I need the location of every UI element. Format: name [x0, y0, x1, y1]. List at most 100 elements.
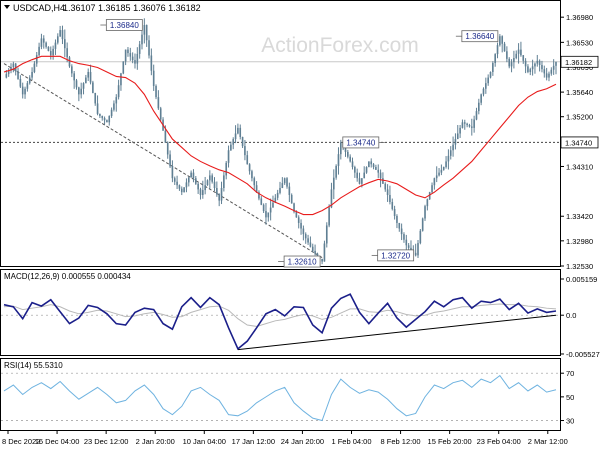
candle-body [487, 77, 489, 84]
background [0, 0, 600, 450]
candle-body [300, 222, 302, 229]
candle-body [435, 175, 438, 179]
candle-body [113, 103, 115, 110]
candle-body [164, 130, 167, 143]
candle-body [456, 133, 459, 140]
candle-body [248, 164, 251, 172]
candle-body [246, 155, 249, 165]
candle-body [281, 183, 284, 188]
candle-body [524, 60, 527, 67]
candle-body [534, 63, 536, 67]
candle-body [12, 63, 15, 68]
candle-body [234, 133, 237, 140]
candle-body [38, 46, 40, 56]
candle-body [192, 172, 195, 179]
candle-body [33, 63, 36, 72]
candle-body [155, 85, 157, 98]
time-tick-label: 17 Jan 12:00 [232, 437, 275, 446]
candle-body [463, 122, 466, 124]
candle-body [302, 228, 305, 235]
candle-body [183, 187, 185, 193]
candle-body [63, 39, 66, 49]
candle-body [391, 201, 394, 209]
candle-body [337, 154, 340, 166]
candle-body [199, 189, 202, 195]
candle-body [262, 204, 265, 212]
candle-body [269, 207, 272, 213]
time-tick-label: 15 Feb 20:00 [428, 437, 472, 446]
candle-body [314, 250, 316, 254]
candle-body [417, 243, 419, 256]
candle-body [52, 48, 54, 56]
candle-body [398, 222, 401, 229]
candle-body [475, 111, 478, 120]
candle-body [169, 154, 171, 167]
candle-body [421, 218, 424, 231]
candle-body [424, 206, 426, 219]
candle-body [108, 116, 111, 123]
candle-body [131, 56, 134, 61]
candle-body [148, 40, 150, 56]
macd-tick-label: 0.0 [566, 311, 576, 320]
candle-body [482, 88, 485, 95]
candle-body [492, 63, 494, 72]
price-tick-label: 1.35200 [566, 113, 593, 122]
candle-body [555, 61, 557, 66]
price-tick-label: 1.33420 [566, 212, 593, 221]
candle-body [454, 139, 457, 145]
candle-body [122, 61, 125, 74]
candle-body [368, 161, 370, 168]
candle-body [286, 178, 288, 187]
candle-body [552, 65, 555, 70]
candle-body [180, 188, 183, 193]
candle-body [529, 69, 532, 72]
candle-body [496, 45, 499, 55]
candle-body [190, 172, 192, 178]
candle-body [115, 97, 118, 104]
candle-body [382, 178, 384, 184]
candle-body [220, 188, 223, 201]
candle-body [440, 169, 443, 173]
candle-body [354, 167, 356, 173]
price-tick-label: 1.36980 [566, 13, 593, 22]
candle-body [379, 172, 382, 179]
candle-body [204, 185, 206, 191]
candle-body [335, 165, 337, 178]
candle-body [321, 258, 323, 262]
candle-body [216, 188, 218, 195]
candle-body [206, 180, 209, 186]
candle-body [400, 228, 403, 235]
candle-body [232, 139, 235, 145]
macd-title: MACD(12,26,9) 0.000555 0.000434 [4, 272, 131, 281]
candle-body [159, 108, 162, 120]
candle-body [17, 71, 19, 79]
candle-body [452, 144, 454, 151]
candle-body [5, 74, 8, 78]
candle-body [26, 83, 29, 89]
candle-body [480, 94, 482, 103]
candle-body [279, 188, 281, 193]
candle-body [94, 92, 97, 104]
rsi-tick-label: 30 [566, 417, 574, 426]
candle-body [152, 70, 155, 86]
time-tick-label: 23 Feb 04:00 [477, 437, 521, 446]
candle-body [386, 189, 389, 195]
candle-body [405, 239, 408, 246]
candle-body [407, 245, 410, 248]
candle-body [459, 127, 461, 134]
candle-body [21, 86, 24, 95]
candle-body [103, 118, 106, 121]
current-price-tag: 1.36182 [565, 58, 592, 67]
candle-body [272, 202, 274, 208]
candle-body [223, 175, 225, 188]
candle-body [166, 142, 169, 155]
rsi-tick-label: 50 [566, 393, 574, 402]
candle-body [349, 156, 351, 162]
candle-body [61, 30, 64, 40]
candle-body [358, 178, 361, 184]
macd-tick-label: -0.005527 [566, 350, 600, 359]
candle-body [431, 185, 433, 193]
candle-body [197, 183, 199, 190]
candle-body [297, 217, 300, 223]
price-tick-label: 1.36530 [566, 38, 593, 47]
